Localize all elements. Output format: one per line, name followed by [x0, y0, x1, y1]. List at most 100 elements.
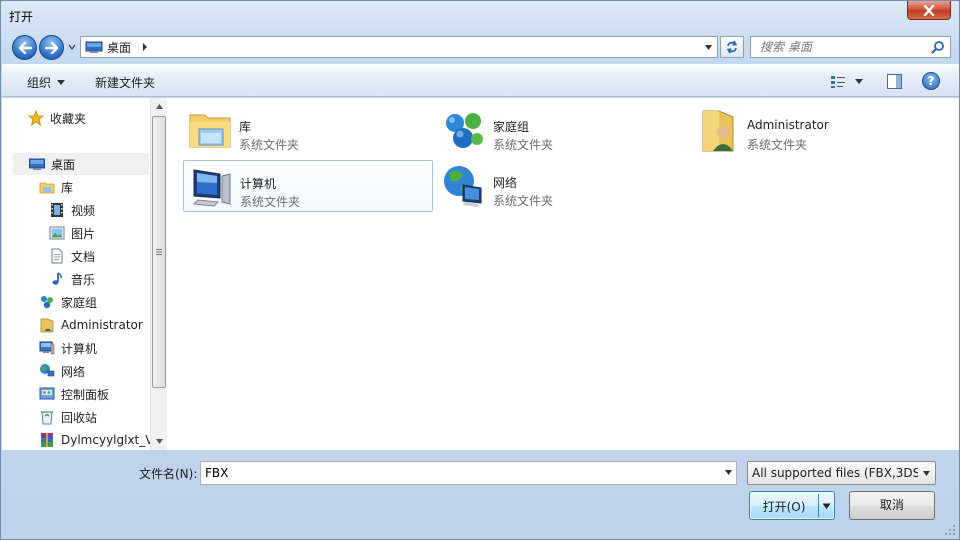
sidebar-item-label: 文档	[71, 249, 96, 264]
address-bar[interactable]: 桌面	[80, 36, 718, 58]
search-icon[interactable]	[931, 40, 945, 54]
change-view-button[interactable]	[830, 73, 868, 90]
sidebar-item-administrator[interactable]: Administrator	[39, 314, 143, 336]
sidebar-item-computer[interactable]: 计算机	[39, 337, 97, 359]
search-input[interactable]	[751, 37, 926, 57]
chevron-down-icon[interactable]	[704, 43, 713, 52]
tile-type: 系统文件夹	[747, 138, 808, 152]
tile-administrator[interactable]: Administrator 系统文件夹	[691, 104, 941, 156]
chevron-down-icon	[923, 471, 930, 476]
cancel-button[interactable]: 取消	[849, 491, 935, 520]
open-button[interactable]: 打开(O)	[749, 491, 835, 520]
sidebar-item-label: 回收站	[61, 410, 98, 425]
tile-type: 系统文件夹	[493, 138, 554, 152]
sidebar-item-homegroup[interactable]: 家庭组	[39, 291, 97, 313]
tile-libraries[interactable]: 库 系统文件夹	[183, 104, 433, 156]
picture-icon	[49, 226, 65, 240]
arrow-right-icon	[44, 41, 58, 54]
sidebar-item-network[interactable]: 网络	[39, 360, 85, 382]
scroll-down-button[interactable]	[151, 433, 167, 449]
close-icon	[923, 4, 935, 16]
open-file-dialog: 打开 桌面 搜索 桌面 组织 新建文件夹 ? 收藏夹 桌面 库 视频 图片 文档…	[0, 0, 960, 540]
sidebar-item-recycle-bin[interactable]: 回收站	[39, 406, 97, 428]
scroll-down-icon	[155, 438, 163, 444]
forward-button[interactable]	[39, 35, 64, 60]
homegroup-icon	[41, 296, 53, 309]
network-icon	[40, 364, 55, 377]
arrow-left-icon	[18, 41, 32, 54]
search-box[interactable]	[750, 36, 951, 58]
organize-button[interactable]: 组织	[27, 74, 66, 91]
history-dropdown-icon[interactable]	[66, 41, 78, 53]
chevron-down-icon[interactable]	[822, 503, 831, 510]
tile-name: 计算机	[240, 177, 277, 191]
control-panel-icon	[39, 387, 55, 400]
sidebar-item-label: 网络	[61, 364, 86, 379]
computer-icon	[39, 341, 55, 355]
sidebar-item-label: 家庭组	[61, 295, 98, 310]
tile-homegroup[interactable]: 家庭组 系统文件夹	[437, 104, 687, 156]
sidebar-item-favorites[interactable]: 收藏夹	[28, 107, 86, 129]
sidebar-item-label: 图片	[71, 226, 96, 241]
chevron-down-icon	[855, 78, 863, 84]
help-button[interactable]: ?	[922, 72, 940, 90]
preview-pane-icon[interactable]	[886, 73, 903, 90]
sidebar-item-label: 收藏夹	[50, 111, 87, 126]
new-folder-button[interactable]: 新建文件夹	[95, 74, 155, 91]
refresh-button[interactable]	[720, 36, 744, 58]
sidebar-item-label: 计算机	[61, 341, 98, 356]
sidebar-item-documents[interactable]: 文档	[49, 245, 95, 267]
tile-name: 家庭组	[493, 120, 530, 134]
user-folder-icon	[702, 110, 734, 152]
tile-type: 系统文件夹	[240, 195, 301, 209]
view-details-icon	[831, 75, 845, 88]
sidebar-item-desktop[interactable]: 桌面	[29, 153, 75, 175]
resize-grip-icon[interactable]	[945, 525, 956, 536]
sidebar-item-label: 桌面	[51, 157, 76, 172]
sidebar-item-label: 控制面板	[61, 387, 110, 402]
sidebar-item-videos[interactable]: 视频	[49, 199, 95, 221]
library-folder-icon	[189, 114, 231, 148]
scroll-up-button[interactable]	[151, 98, 167, 114]
filename-combobox[interactable]	[200, 461, 737, 485]
star-icon	[28, 110, 44, 126]
filename-label: 文件名(N):	[139, 467, 198, 481]
tile-network[interactable]: 网络 系统文件夹	[437, 160, 687, 212]
sidebar-item-control-panel[interactable]: 控制面板	[39, 383, 109, 405]
tile-name: 网络	[493, 176, 518, 190]
sidebar-item-label: 音乐	[71, 272, 96, 287]
scroll-thumb[interactable]	[152, 116, 166, 388]
organize-label: 组织	[27, 76, 52, 90]
computer-icon	[192, 169, 231, 207]
sidebar-item-archive[interactable]: Dylmcyylglxt_V8	[39, 429, 161, 450]
split-divider	[818, 494, 819, 517]
tile-type: 系统文件夹	[239, 138, 300, 152]
chevron-down-icon[interactable]	[724, 469, 733, 477]
tile-name: 库	[239, 120, 252, 134]
filetype-select[interactable]: All supported files (FBX,3DS,	[747, 461, 936, 485]
sidebar-item-label: 视频	[71, 203, 96, 218]
command-toolbar: 组织 新建文件夹 ?	[2, 64, 959, 97]
chevron-right-icon[interactable]	[141, 42, 149, 52]
sidebar-item-music[interactable]: 音乐	[49, 268, 95, 290]
title-bar[interactable]: 打开	[1, 1, 959, 31]
desktop-icon	[29, 158, 45, 170]
back-button[interactable]	[12, 35, 37, 60]
filetype-value: All supported files (FBX,3DS,	[752, 466, 918, 480]
network-icon	[444, 166, 482, 207]
homegroup-icon	[446, 113, 483, 148]
window-title: 打开	[9, 10, 34, 24]
sidebar-item-pictures[interactable]: 图片	[49, 222, 95, 244]
tile-computer[interactable]: 计算机 系统文件夹	[183, 160, 433, 212]
desktop-icon	[85, 41, 103, 53]
library-folder-icon	[39, 182, 55, 194]
filename-input[interactable]	[201, 462, 716, 484]
close-button[interactable]	[907, 1, 951, 20]
user-folder-icon	[40, 318, 54, 333]
scroll-up-icon	[155, 103, 163, 109]
refresh-icon	[726, 40, 738, 54]
nav-scrollbar[interactable]	[150, 98, 167, 450]
sidebar-item-libraries[interactable]: 库	[39, 176, 73, 198]
archive-icon	[41, 433, 53, 447]
breadcrumb-desktop[interactable]: 桌面	[107, 39, 131, 56]
